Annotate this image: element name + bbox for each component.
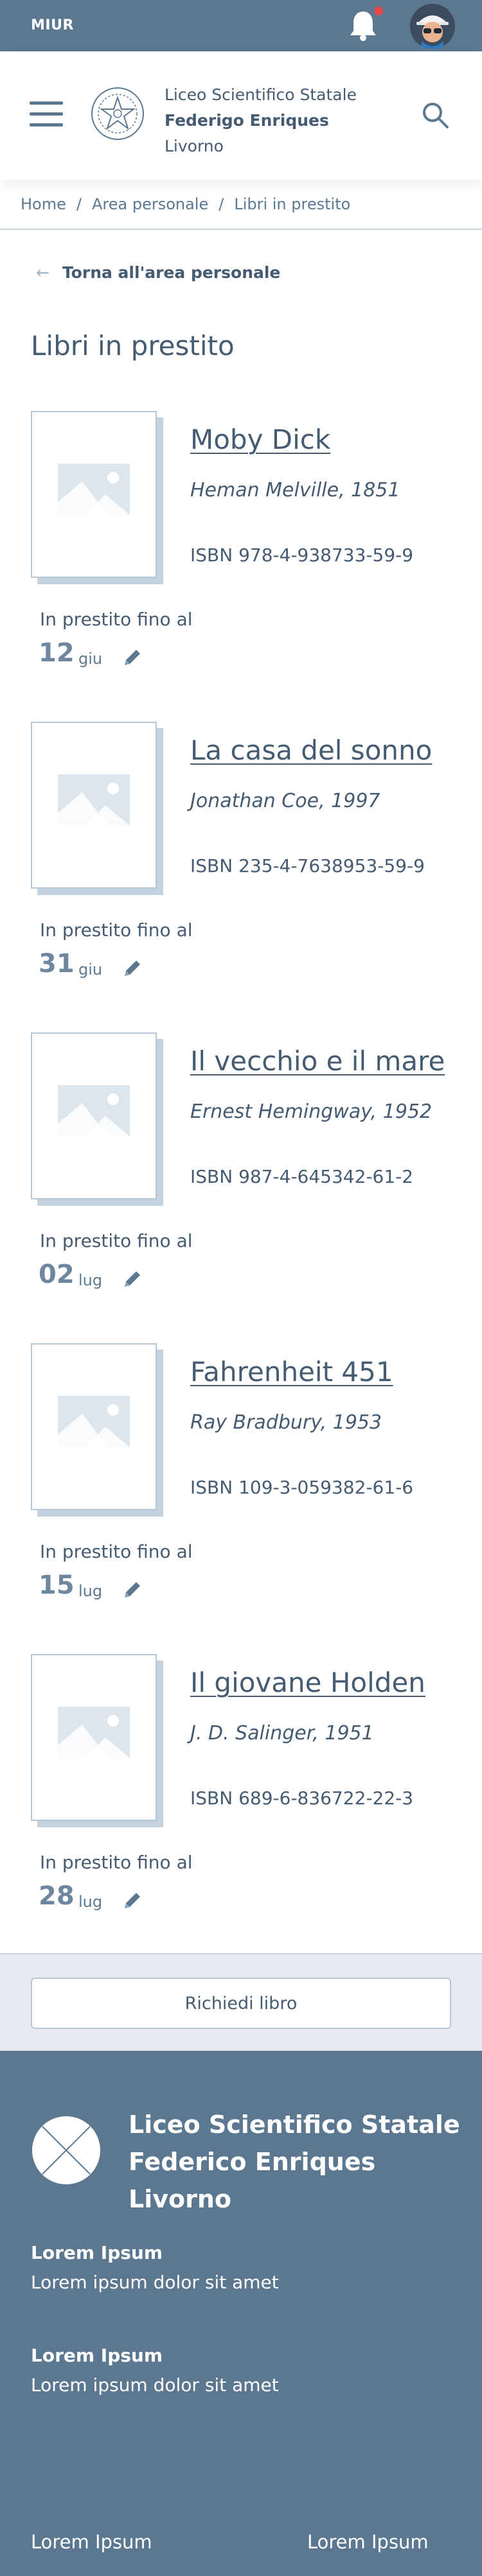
breadcrumb-separator: /: [76, 195, 82, 213]
footer-name-line1: Liceo Scientifico Statale: [129, 2110, 460, 2139]
loan-month: lug: [78, 1893, 103, 1911]
footer-name-line2: Federico Enriques: [129, 2148, 376, 2176]
user-avatar[interactable]: [410, 4, 455, 49]
school-name-line2: Federigo Enriques: [165, 111, 329, 130]
breadcrumb-home[interactable]: Home: [21, 195, 66, 213]
pencil-icon[interactable]: [121, 1267, 144, 1291]
footer-link[interactable]: Lorem Ipsum: [307, 2531, 429, 2553]
book-card: Il giovane Holden J. D. Salinger, 1951 I…: [0, 1654, 482, 1924]
book-card: Fahrenheit 451 Ray Bradbury, 1953 ISBN 1…: [0, 1343, 482, 1613]
loan-month: lug: [78, 1271, 103, 1289]
loan-month: lug: [78, 1582, 103, 1600]
pencil-icon[interactable]: [121, 1889, 144, 1912]
loan-label: In prestito fino al: [40, 1230, 193, 1251]
brand-label[interactable]: MIUR: [31, 17, 74, 33]
book-isbn: ISBN 987-4-645342-61-2: [190, 1166, 414, 1187]
footer-section-title: Lorem Ipsum: [31, 2242, 163, 2263]
search-icon[interactable]: [420, 100, 450, 130]
image-placeholder-icon: [58, 774, 130, 826]
pencil-icon[interactable]: [121, 646, 144, 669]
placeholder-logo-icon: [32, 2116, 100, 2184]
image-placeholder-icon: [58, 1396, 130, 1447]
loan-month: giu: [78, 650, 103, 668]
book-cover[interactable]: [31, 1654, 157, 1821]
book-cover[interactable]: [31, 1032, 157, 1199]
site-header: Liceo Scientifico Statale Federigo Enriq…: [0, 51, 482, 180]
loan-label: In prestito fino al: [40, 1852, 193, 1873]
school-name-line1: Liceo Scientifico Statale: [165, 85, 357, 104]
book-title[interactable]: Moby Dick: [190, 424, 330, 455]
request-book-button[interactable]: Richiedi libro: [31, 1978, 451, 2029]
back-link[interactable]: ← Torna all'area personale: [36, 263, 280, 282]
book-title[interactable]: La casa del sonno: [190, 735, 432, 766]
school-name[interactable]: Liceo Scientifico Statale Federigo Enriq…: [165, 82, 357, 159]
book-cover[interactable]: [31, 722, 157, 889]
book-card: La casa del sonno Jonathan Coe, 1997 ISB…: [0, 722, 482, 991]
loan-day: 31: [39, 949, 75, 979]
image-placeholder-icon: [58, 1085, 130, 1136]
image-placeholder-icon: [58, 1707, 130, 1758]
republic-emblem: [91, 87, 144, 140]
book-isbn: ISBN 689-6-836722-22-3: [190, 1788, 414, 1809]
arrow-left-icon: ←: [36, 263, 49, 282]
breadcrumb-separator: /: [219, 195, 224, 213]
breadcrumb-area-personale[interactable]: Area personale: [92, 195, 208, 213]
book-isbn: ISBN 235-4-7638953-59-9: [190, 855, 425, 876]
loan-label: In prestito fino al: [40, 609, 193, 630]
footer-section-text: Lorem ipsum dolor sit amet: [31, 2374, 279, 2396]
book-cover[interactable]: [31, 1343, 157, 1510]
book-author: Jonathan Coe, 1997: [190, 790, 380, 812]
book-author: J. D. Salinger, 1951: [190, 1722, 374, 1745]
top-bar: MIUR: [0, 0, 482, 51]
school-name-line3: Livorno: [165, 137, 224, 155]
pencil-icon[interactable]: [121, 1578, 144, 1601]
book-author: Heman Melville, 1851: [190, 479, 400, 501]
loan-month: giu: [78, 961, 103, 979]
page-title: Libri in prestito: [31, 330, 235, 361]
book-author: Ray Bradbury, 1953: [190, 1411, 382, 1434]
breadcrumb-current: Libri in prestito: [234, 195, 351, 213]
book-cover[interactable]: [31, 411, 157, 578]
divider: [0, 229, 482, 230]
book-title[interactable]: Il giovane Holden: [190, 1667, 425, 1698]
book-isbn: ISBN 978-4-938733-59-9: [190, 544, 414, 566]
book-card: Il vecchio e il mare Ernest Hemingway, 1…: [0, 1032, 482, 1302]
breadcrumb: Home / Area personale / Libri in prestito: [21, 195, 350, 213]
loan-label: In prestito fino al: [40, 1541, 193, 1562]
site-footer: Liceo Scientifico Statale Federico Enriq…: [0, 2051, 482, 2576]
cta-section: Richiedi libro: [0, 1953, 482, 2051]
pencil-icon[interactable]: [121, 957, 144, 980]
loan-day: 15: [39, 1571, 75, 1600]
footer-section-title: Lorem Ipsum: [31, 2345, 163, 2366]
loan-day: 28: [39, 1881, 75, 1911]
book-isbn: ISBN 109-3-059382-61-6: [190, 1477, 414, 1498]
loan-day: 12: [39, 638, 75, 668]
loan-day: 02: [39, 1260, 75, 1289]
loan-label: In prestito fino al: [40, 919, 193, 941]
image-placeholder-icon: [58, 464, 130, 515]
book-author: Ernest Hemingway, 1952: [190, 1101, 433, 1123]
book-card: Moby Dick Heman Melville, 1851 ISBN 978-…: [0, 411, 482, 681]
footer-school-name[interactable]: Liceo Scientifico Statale Federico Enriq…: [129, 2106, 460, 2218]
book-title[interactable]: Il vecchio e il mare: [190, 1045, 445, 1077]
menu-icon[interactable]: [30, 101, 63, 127]
book-title[interactable]: Fahrenheit 451: [190, 1356, 393, 1388]
notification-dot: [373, 5, 384, 17]
back-link-label: Torna all'area personale: [62, 263, 281, 282]
footer-section-text: Lorem ipsum dolor sit amet: [31, 2272, 279, 2293]
footer-name-line3: Livorno: [129, 2185, 232, 2213]
footer-link[interactable]: Lorem Ipsum: [31, 2531, 152, 2553]
